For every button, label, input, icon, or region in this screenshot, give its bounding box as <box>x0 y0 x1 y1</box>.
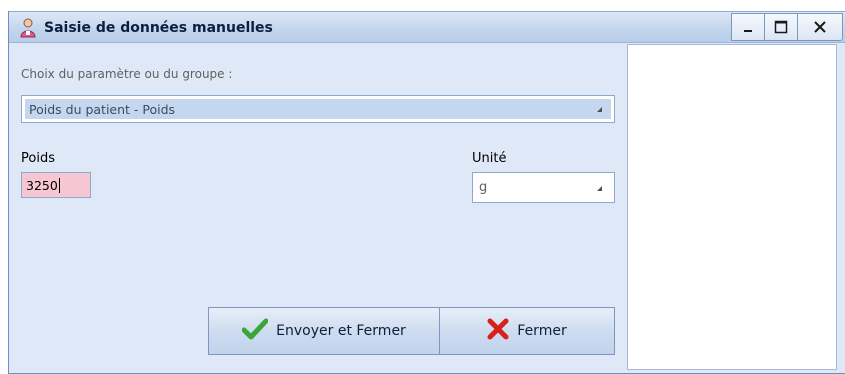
window-controls <box>731 13 843 41</box>
form-area: Choix du paramètre ou du groupe : Poids … <box>9 43 634 374</box>
text-caret <box>58 177 60 193</box>
user-icon <box>19 18 37 38</box>
title-bar[interactable]: Saisie de données manuelles <box>9 11 845 43</box>
dropdown-arrow-icon[interactable] <box>587 178 611 198</box>
unit-select[interactable]: g <box>472 172 615 203</box>
unit-select-value: g <box>479 180 488 195</box>
close-icon <box>813 20 827 34</box>
param-select[interactable]: Poids du patient - Poids <box>21 95 615 123</box>
side-panel <box>627 44 837 370</box>
minimize-button[interactable] <box>731 13 765 41</box>
checkmark-icon <box>241 318 276 344</box>
minimize-icon <box>742 21 754 33</box>
send-and-close-label: Envoyer et Fermer <box>276 323 406 339</box>
window-title: Saisie de données manuelles <box>44 20 273 36</box>
param-label: Choix du paramètre ou du groupe : <box>21 67 233 81</box>
maximize-icon <box>774 20 788 34</box>
dropdown-arrow-icon[interactable] <box>587 99 611 119</box>
x-icon <box>487 318 517 344</box>
maximize-button[interactable] <box>764 13 798 41</box>
weight-input[interactable]: 3250 <box>21 172 91 198</box>
send-and-close-button[interactable]: Envoyer et Fermer <box>208 307 440 355</box>
close-button-label: Fermer <box>517 323 567 339</box>
param-select-value: Poids du patient - Poids <box>25 99 611 119</box>
close-window-button[interactable] <box>797 13 843 41</box>
close-button[interactable]: Fermer <box>439 307 615 355</box>
unit-label: Unité <box>472 151 507 166</box>
value-label: Poids <box>21 151 55 166</box>
weight-input-value: 3250 <box>26 177 58 193</box>
